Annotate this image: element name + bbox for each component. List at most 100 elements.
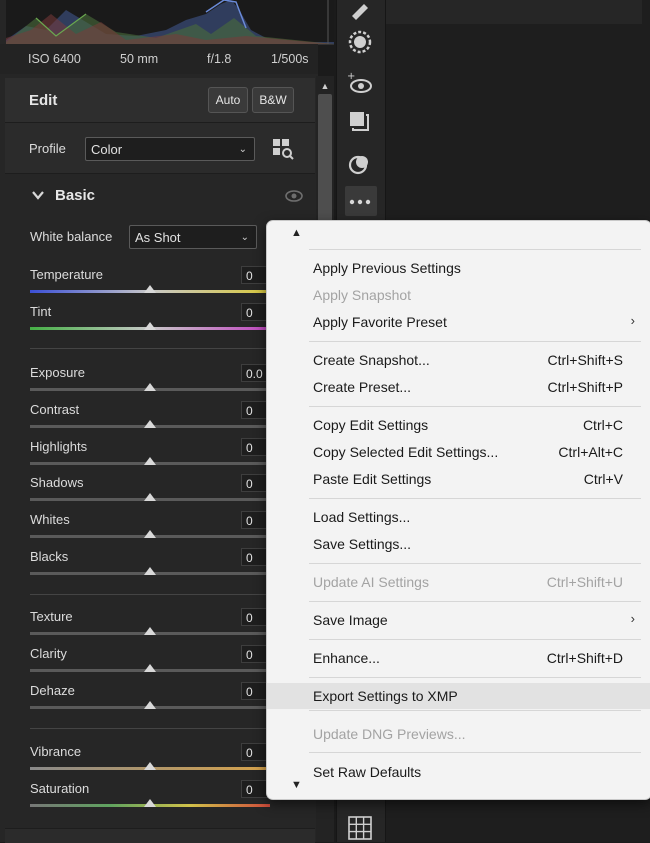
context-menu: ▲ Apply Previous Settings Apply Snapshot A… [266,220,650,800]
scroll-up-arrow-icon[interactable]: ▲ [318,80,332,92]
menu-item-shortcut: Ctrl+Alt+C [558,444,623,460]
menu-item-label: Update AI Settings [313,574,429,590]
menu-item-save-settings[interactable]: Save Settings... [267,531,650,557]
slider-thumb-contrast[interactable] [144,420,156,428]
menu-separator [309,710,641,711]
top-bar [386,0,642,24]
focal-length-value: 50 mm [120,52,159,66]
profile-value: Color [91,142,123,157]
slider-value-vibrance[interactable]: 0 [241,743,269,761]
presets-icon[interactable] [346,150,374,178]
menu-item-label: Copy Selected Edit Settings... [313,444,499,460]
slider-thumb-shadows[interactable] [144,493,156,501]
auto-button[interactable]: Auto [208,87,248,113]
svg-text:+: + [347,71,355,82]
slider-value-temperature[interactable]: 0 [241,266,269,284]
menu-item-shortcut: Ctrl+Shift+D [546,650,623,666]
section-divider [30,348,270,349]
more-icon[interactable] [346,188,374,216]
red-eye-icon[interactable]: + [346,70,374,98]
slider-thumb-vibrance[interactable] [144,762,156,770]
slider-value-whites[interactable]: 0 [241,511,269,529]
basic-title: Basic [55,187,96,204]
slider-value-tint[interactable]: 0 [241,303,269,321]
profile-row: Profile Color ⌄ [5,123,315,174]
menu-item-label: Paste Edit Settings [313,471,432,487]
slider-value-shadows[interactable]: 0 [241,474,269,492]
menu-item-copy-selected-edit-settings[interactable]: Copy Selected Edit Settings... Ctrl+Alt+C [267,439,650,465]
menu-item-enhance[interactable]: Enhance... Ctrl+Shift+D [267,645,650,671]
slider-label-blacks: Blacks [30,549,69,564]
brush-icon[interactable] [346,0,374,22]
slider-thumb-highlights[interactable] [144,457,156,465]
menu-item-label: Apply Snapshot [313,287,412,303]
menu-separator [309,498,641,499]
basic-section-header[interactable]: Basic [5,176,315,216]
slider-value-highlights[interactable]: 0 [241,438,269,456]
slider-label-clarity: Clarity [30,646,67,661]
profile-label: Profile [29,141,66,156]
white-balance-label: White balance [30,229,113,244]
slider-value-saturation[interactable]: 0 [241,780,269,798]
slider-value-contrast[interactable]: 0 [241,401,269,419]
section-divider [30,728,270,729]
white-balance-dropdown[interactable]: As Shot ⌄ [129,225,257,249]
slider-label-saturation: Saturation [30,781,90,796]
exif-info-bar: ISO 6400 50 mm f/1.8 1/500s [0,44,318,74]
menu-separator [309,406,641,407]
menu-item-shortcut: Ctrl+C [582,417,623,433]
slider-thumb-texture[interactable] [144,627,156,635]
slider-value-dehaze[interactable]: 0 [241,682,269,700]
menu-scroll-up-icon[interactable]: ▲ [291,227,302,239]
radial-filter-icon[interactable] [346,28,374,56]
menu-item-create-preset[interactable]: Create Preset... Ctrl+Shift+P [267,374,650,400]
slider-label-temperature: Temperature [30,267,103,282]
menu-item-label: Apply Previous Settings [313,260,461,276]
edit-header: Edit Auto B&W [5,78,315,123]
bw-button[interactable]: B&W [252,87,294,113]
menu-item-shortcut: Ctrl+Shift+U [546,574,623,590]
menu-item-set-raw-defaults[interactable]: Set Raw Defaults [267,759,650,785]
slider-thumb-exposure[interactable] [144,383,156,391]
grid-icon[interactable] [346,814,374,842]
menu-item-copy-edit-settings[interactable]: Copy Edit Settings Ctrl+C [267,412,650,438]
profile-dropdown[interactable]: Color ⌄ [85,137,255,161]
slider-value-exposure[interactable]: 0.0 [241,364,269,382]
slider-thumb-dehaze[interactable] [144,701,156,709]
menu-item-load-settings[interactable]: Load Settings... [267,504,650,530]
slider-value-blacks[interactable]: 0 [241,548,269,566]
white-balance-value: As Shot [135,230,181,245]
browse-profiles-icon[interactable] [272,138,294,160]
slider-thumb-temperature[interactable] [144,285,156,293]
menu-item-create-snapshot[interactable]: Create Snapshot... Ctrl+Shift+S [267,347,650,373]
slider-thumb-saturation[interactable] [144,799,156,807]
snapshots-icon[interactable] [346,108,374,136]
submenu-arrow-icon: › [630,313,635,328]
menu-separator [309,601,641,602]
menu-item-apply-favorite-preset[interactable]: Apply Favorite Preset › [267,309,650,335]
menu-item-paste-edit-settings[interactable]: Paste Edit Settings Ctrl+V [267,466,650,492]
edit-title: Edit [29,92,58,109]
menu-item-save-image[interactable]: Save Image › [267,607,650,633]
menu-scroll-down-icon[interactable]: ▼ [291,779,302,791]
menu-separator [309,639,641,640]
menu-item-label: Set Raw Defaults [313,764,422,780]
slider-thumb-clarity[interactable] [144,664,156,672]
slider-label-texture: Texture [30,609,73,624]
menu-item-apply-previous-settings[interactable]: Apply Previous Settings [267,255,650,281]
slider-thumb-blacks[interactable] [144,567,156,575]
chevron-down-icon [32,191,44,200]
slider-label-shadows: Shadows [30,475,84,490]
slider-value-clarity[interactable]: 0 [241,645,269,663]
slider-thumb-tint[interactable] [144,322,156,330]
slider-value-texture[interactable]: 0 [241,608,269,626]
histogram-graph [6,0,334,44]
menu-separator [309,563,641,564]
menu-item-shortcut: Ctrl+V [583,471,623,487]
menu-item-export-settings-to-xmp[interactable]: Export Settings to XMP [267,683,650,709]
slider-label-dehaze: Dehaze [30,683,75,698]
eye-icon[interactable] [285,189,303,203]
slider-thumb-whites[interactable] [144,530,156,538]
submenu-arrow-icon: › [630,611,635,626]
menu-item-label: Load Settings... [313,509,411,525]
